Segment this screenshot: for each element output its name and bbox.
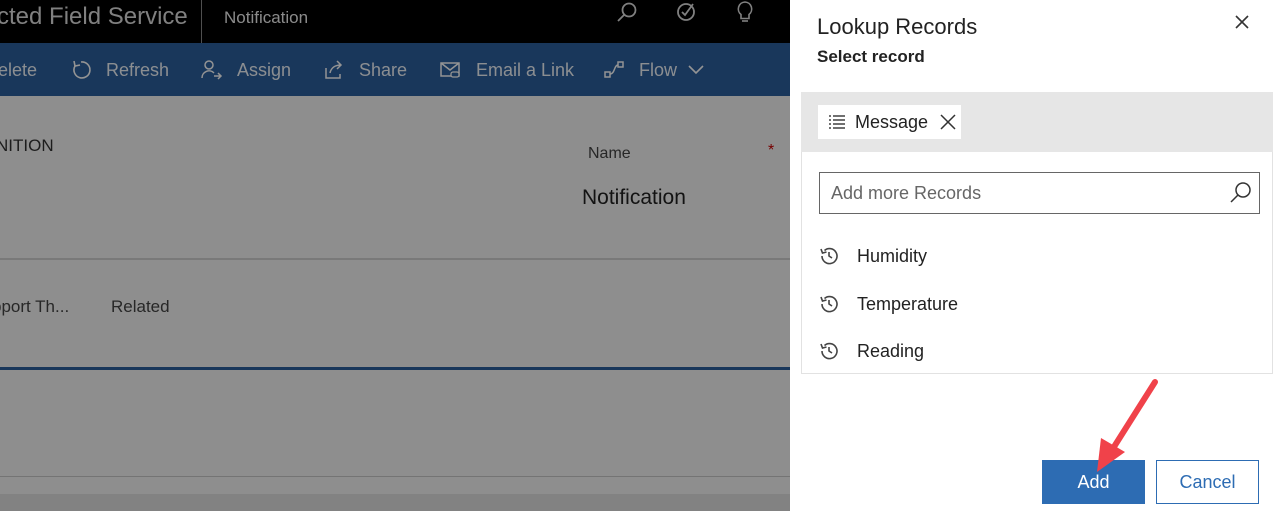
selected-record-chip[interactable]: Message [818, 105, 961, 139]
records-list-area: Humidity Temperature Reading [801, 152, 1273, 374]
history-icon [820, 247, 838, 265]
remove-chip-icon[interactable] [938, 112, 958, 132]
cancel-button[interactable]: Cancel [1156, 460, 1259, 504]
history-icon [820, 295, 838, 313]
panel-subtitle: Select record [817, 47, 925, 66]
list-icon [829, 115, 845, 129]
chip-label: Message [855, 111, 929, 132]
recent-record-item[interactable]: Temperature [818, 289, 1258, 319]
search-icon[interactable] [1228, 180, 1254, 206]
close-icon[interactable] [1230, 10, 1254, 34]
add-button[interactable]: Add [1042, 460, 1145, 504]
recent-record-item[interactable]: Humidity [818, 241, 1258, 271]
record-label: Temperature [857, 293, 959, 314]
search-box [819, 172, 1260, 214]
panel-title: Lookup Records [817, 14, 978, 39]
recent-record-item[interactable]: Reading [818, 336, 1258, 366]
record-label: Humidity [857, 245, 928, 266]
record-label: Reading [857, 340, 925, 361]
modal-overlay [0, 0, 790, 511]
history-icon [820, 342, 838, 360]
add-records-search-input[interactable] [820, 173, 1220, 213]
lookup-panel: Lookup Records Select record Message Hum… [790, 0, 1273, 511]
selected-records-area: Message [801, 92, 1273, 152]
